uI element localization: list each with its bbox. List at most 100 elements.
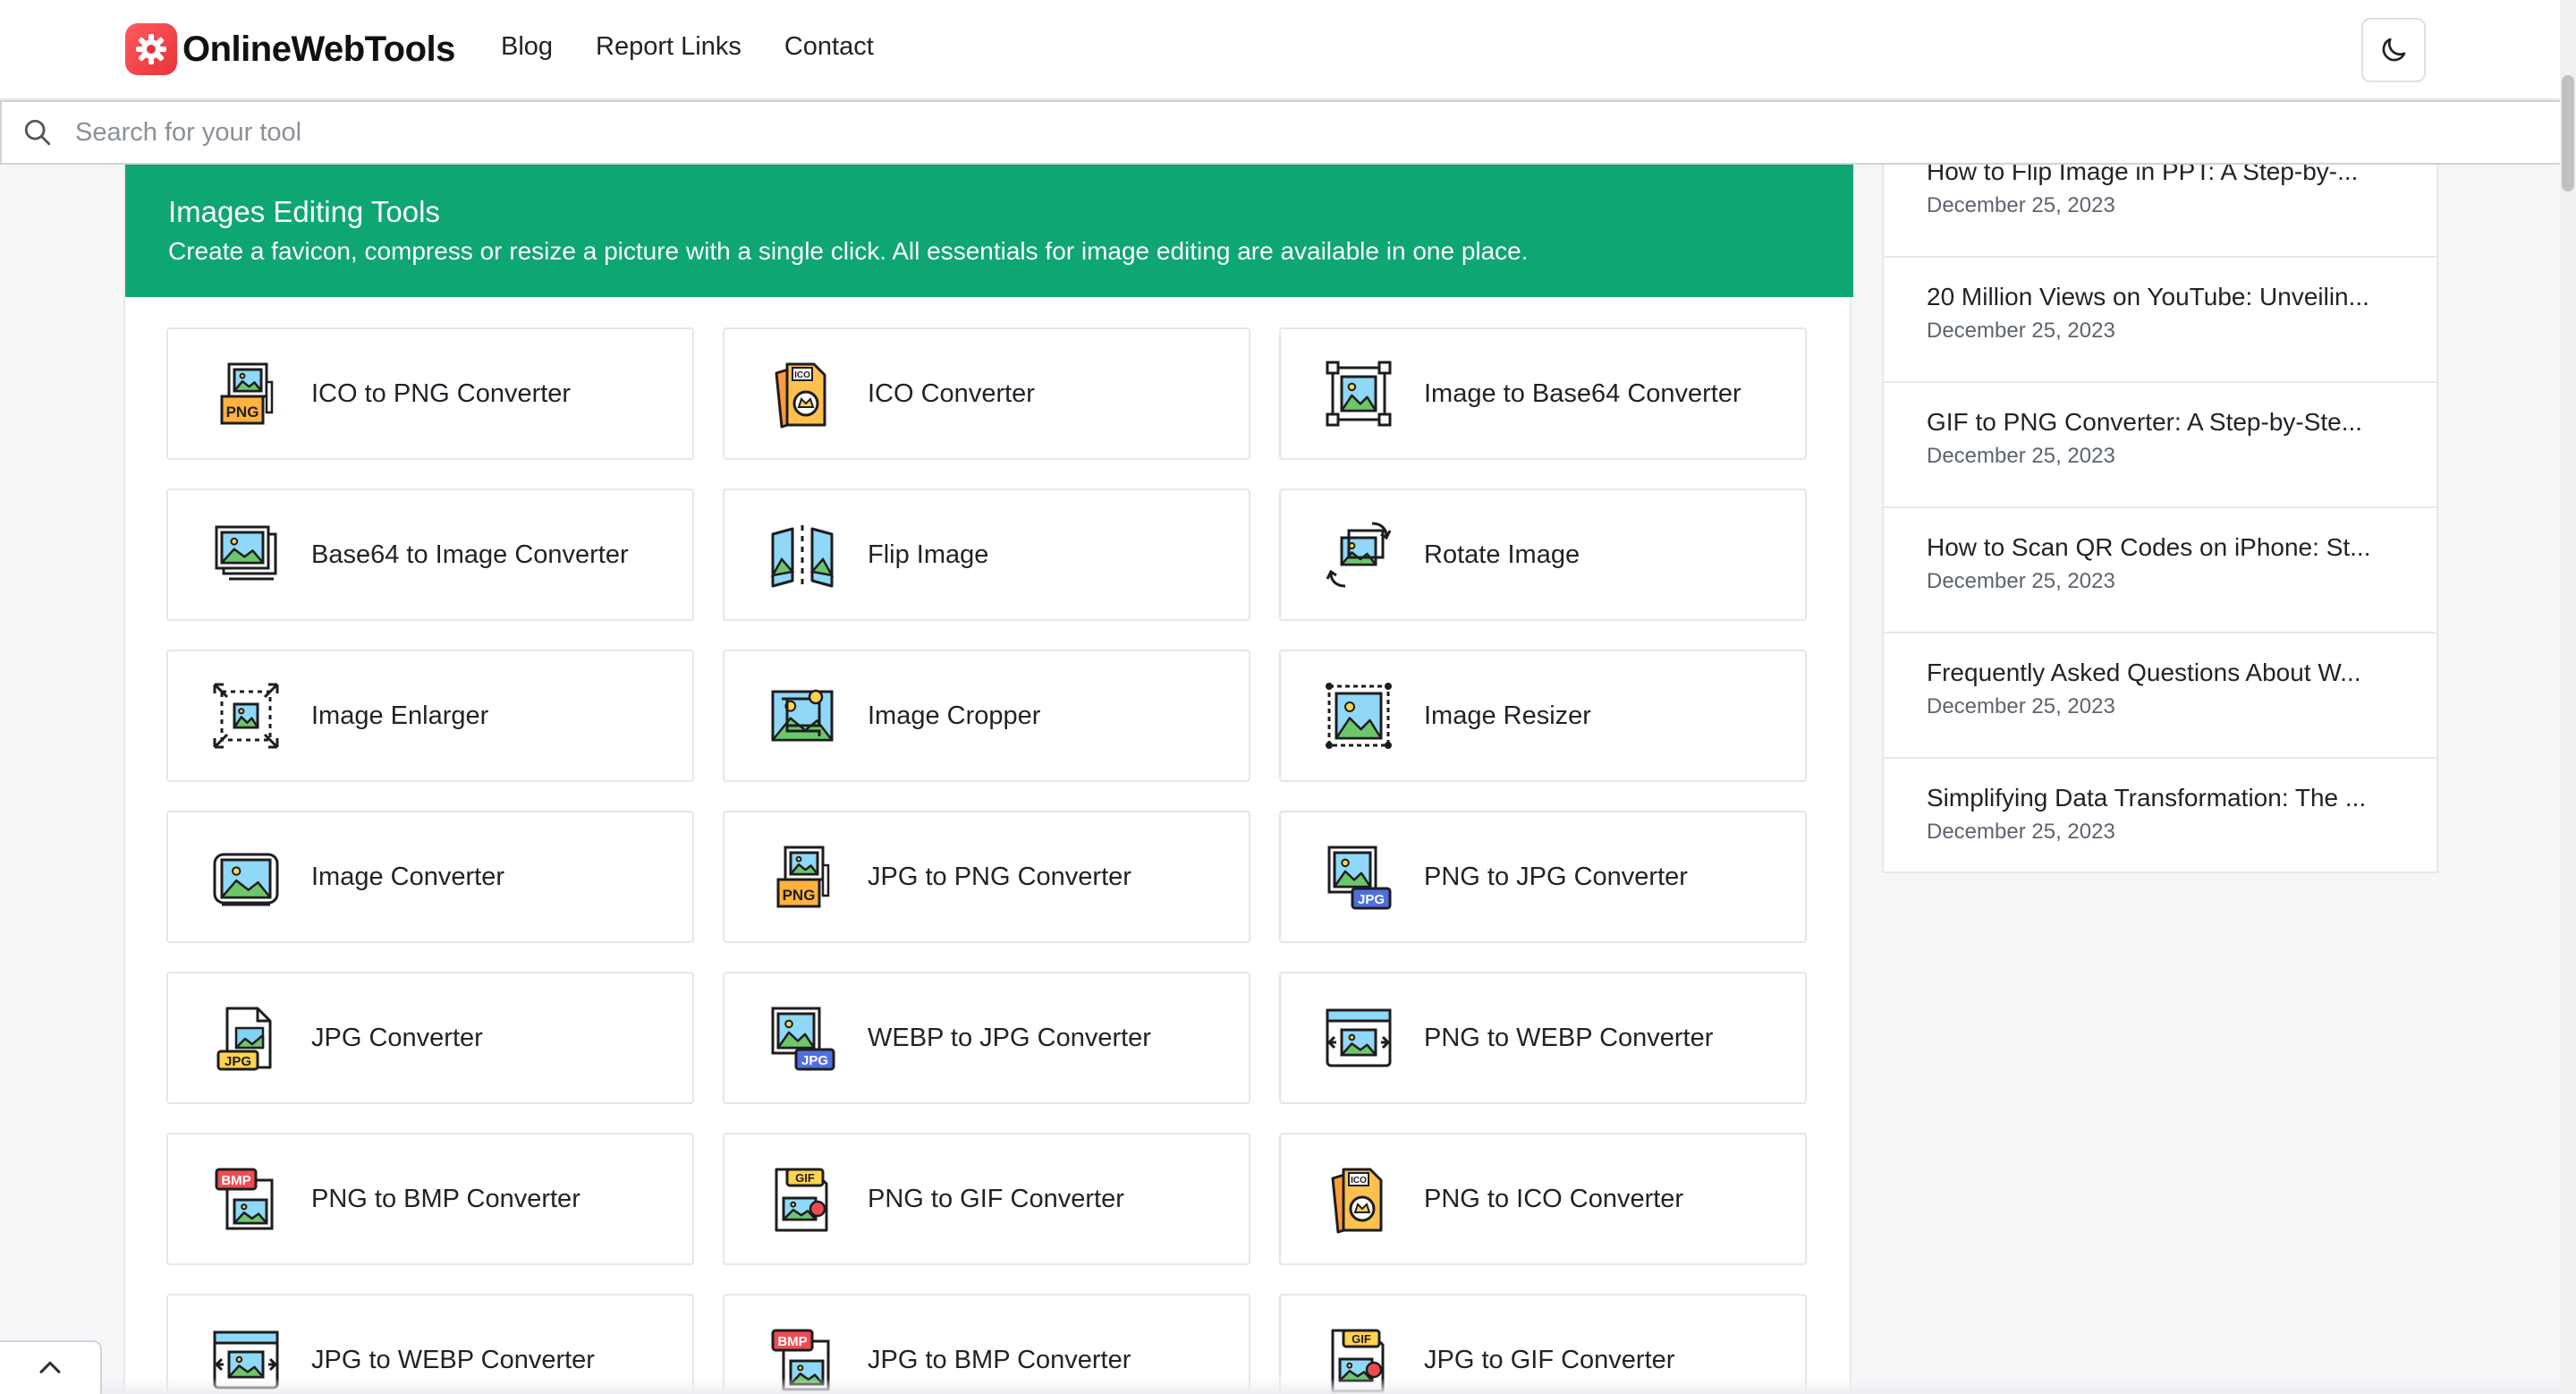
image-convert-icon xyxy=(209,840,283,914)
nav-blog[interactable]: Blog xyxy=(501,32,553,62)
tool-label: PNG to WEBP Converter xyxy=(1424,1023,1714,1052)
tool-label: PNG to GIF Converter xyxy=(868,1184,1124,1213)
tool-card[interactable]: PNG ICO to PNG Converter xyxy=(166,327,694,460)
tool-card[interactable]: PNG JPG to PNG Converter xyxy=(723,811,1250,943)
recent-posts-sidebar: How to Flip Image in PPT: A Step-by-... D… xyxy=(1882,165,2438,873)
main-nav: Blog Report Links Contact xyxy=(501,32,917,62)
tool-label: PNG to BMP Converter xyxy=(311,1184,580,1213)
svg-text:JPG: JPG xyxy=(1358,892,1385,907)
blog-post-title[interactable]: Simplifying Data Transformation: The ... xyxy=(1927,784,2401,812)
tool-card[interactable]: ICO ICO Converter xyxy=(723,327,1250,460)
tool-card[interactable]: JPG JPG Converter xyxy=(166,972,694,1104)
tool-label: Image Enlarger xyxy=(311,701,489,730)
bmp-file-icon: BMP xyxy=(209,1162,283,1236)
blog-post-item[interactable]: Frequently Asked Questions About W... Dec… xyxy=(1884,633,2436,759)
nav-report-links[interactable]: Report Links xyxy=(596,32,741,62)
blog-post-item[interactable]: GIF to PNG Converter: A Step-by-Ste... De… xyxy=(1884,383,2436,508)
chevron-up-icon xyxy=(39,1361,61,1373)
flip-icon xyxy=(766,518,839,591)
blog-post-date: December 25, 2023 xyxy=(1927,319,2115,343)
search-input[interactable] xyxy=(75,106,2401,159)
tool-label: JPG to GIF Converter xyxy=(1424,1345,1675,1374)
tool-card[interactable]: Image Cropper xyxy=(723,650,1250,782)
tool-card[interactable]: Image to Base64 Converter xyxy=(1279,327,1807,460)
tool-card[interactable]: JPG PNG to JPG Converter xyxy=(1279,811,1807,943)
tool-label: ICO to PNG Converter xyxy=(311,378,572,408)
tool-card[interactable]: Image Enlarger xyxy=(166,650,694,782)
search-bar xyxy=(0,100,2562,165)
category-description: Create a favicon, compress or resize a p… xyxy=(168,236,1529,265)
jpg-badge-icon: JPG xyxy=(1322,840,1395,914)
theme-toggle-button[interactable] xyxy=(2361,18,2426,82)
search-icon xyxy=(21,116,54,149)
tool-label: Base64 to Image Converter xyxy=(311,540,629,569)
tool-card[interactable]: Base64 to Image Converter xyxy=(166,489,694,621)
scrollbar-thumb[interactable] xyxy=(2562,75,2574,191)
blog-post-item[interactable]: Simplifying Data Transformation: The ...… xyxy=(1884,759,2436,871)
tool-card[interactable]: ICO PNG to ICO Converter xyxy=(1279,1133,1807,1265)
svg-text:PNG: PNG xyxy=(783,887,816,904)
blog-post-title[interactable]: Frequently Asked Questions About W... xyxy=(1927,659,2401,687)
tool-card[interactable]: Image Resizer xyxy=(1279,650,1807,782)
png-file-icon: PNG xyxy=(766,840,839,914)
brand-logo[interactable]: OnlineWebTools xyxy=(125,23,455,75)
tool-label: Flip Image xyxy=(868,540,989,569)
tool-label: ICO Converter xyxy=(868,378,1035,408)
back-to-top-button[interactable] xyxy=(0,1340,102,1394)
tool-card[interactable]: GIF PNG to GIF Converter xyxy=(723,1133,1250,1265)
tool-label: Image Cropper xyxy=(868,701,1041,730)
tool-card[interactable]: Rotate Image xyxy=(1279,489,1807,621)
tool-label: Rotate Image xyxy=(1424,540,1580,569)
blog-post-item[interactable]: How to Scan QR Codes on iPhone: St... Dec… xyxy=(1884,508,2436,633)
enlarge-icon xyxy=(209,679,283,752)
ico-file-icon: ICO xyxy=(1322,1162,1395,1236)
blog-post-title[interactable]: How to Flip Image in PPT: A Step-by-... xyxy=(1927,165,2401,186)
svg-text:GIF: GIF xyxy=(1352,1332,1371,1346)
tool-label: JPG to WEBP Converter xyxy=(311,1345,595,1374)
rotate-icon xyxy=(1322,518,1395,591)
tool-label: Image Converter xyxy=(311,862,504,891)
blog-post-date: December 25, 2023 xyxy=(1927,193,2115,217)
blog-post-title[interactable]: 20 Million Views on YouTube: Unveilin... xyxy=(1927,283,2401,311)
tool-card[interactable]: BMP PNG to BMP Converter xyxy=(166,1133,694,1265)
tool-card[interactable]: Flip Image xyxy=(723,489,1250,621)
category-banner: Images Editing Tools Create a favicon, c… xyxy=(125,165,1853,297)
image-tools-card: Images Editing Tools Create a favicon, c… xyxy=(123,165,1853,1394)
svg-text:ICO: ICO xyxy=(794,370,810,380)
bottom-edge xyxy=(0,1378,2560,1394)
tool-card[interactable]: JPG WEBP to JPG Converter xyxy=(723,972,1250,1104)
tool-card[interactable]: Image Converter xyxy=(166,811,694,943)
blog-post-date: December 25, 2023 xyxy=(1927,820,2115,844)
nav-contact[interactable]: Contact xyxy=(784,32,874,62)
blog-post-item[interactable]: 20 Million Views on YouTube: Unveilin...… xyxy=(1884,258,2436,383)
jpg-badge-icon: JPG xyxy=(766,1001,839,1075)
gear-icon xyxy=(125,23,177,75)
tool-label: PNG to JPG Converter xyxy=(1424,862,1688,891)
page-scrollbar[interactable] xyxy=(2560,0,2576,1394)
top-navbar: OnlineWebTools Blog Report Links Contact xyxy=(0,0,2576,100)
blog-post-item[interactable]: How to Flip Image in PPT: A Step-by-... D… xyxy=(1884,165,2436,258)
image-stack-icon xyxy=(209,518,283,591)
tool-label: JPG to BMP Converter xyxy=(868,1345,1131,1374)
blog-post-date: December 25, 2023 xyxy=(1927,444,2115,468)
gif-file-icon: GIF xyxy=(766,1162,839,1236)
tool-label: Image to Base64 Converter xyxy=(1424,378,1741,408)
brand-name: OnlineWebTools xyxy=(182,29,455,69)
svg-text:PNG: PNG xyxy=(226,404,259,421)
png-file-icon: PNG xyxy=(209,357,283,430)
svg-text:GIF: GIF xyxy=(795,1171,815,1185)
blog-post-title[interactable]: How to Scan QR Codes on iPhone: St... xyxy=(1927,533,2401,562)
svg-text:JPG: JPG xyxy=(225,1054,251,1069)
blog-post-date: December 25, 2023 xyxy=(1927,694,2115,718)
ico-file-icon: ICO xyxy=(766,357,839,430)
crop-icon xyxy=(766,679,839,752)
category-title: Images Editing Tools xyxy=(168,195,440,228)
blog-post-title[interactable]: GIF to PNG Converter: A Step-by-Ste... xyxy=(1927,408,2401,437)
tool-card[interactable]: PNG to WEBP Converter xyxy=(1279,972,1807,1104)
jpg-file-icon: JPG xyxy=(209,1001,283,1075)
svg-text:BMP: BMP xyxy=(221,1173,250,1188)
resize-icon xyxy=(1322,679,1395,752)
svg-text:JPG: JPG xyxy=(801,1053,828,1068)
tool-label: Image Resizer xyxy=(1424,701,1591,730)
svg-text:BMP: BMP xyxy=(777,1334,807,1349)
